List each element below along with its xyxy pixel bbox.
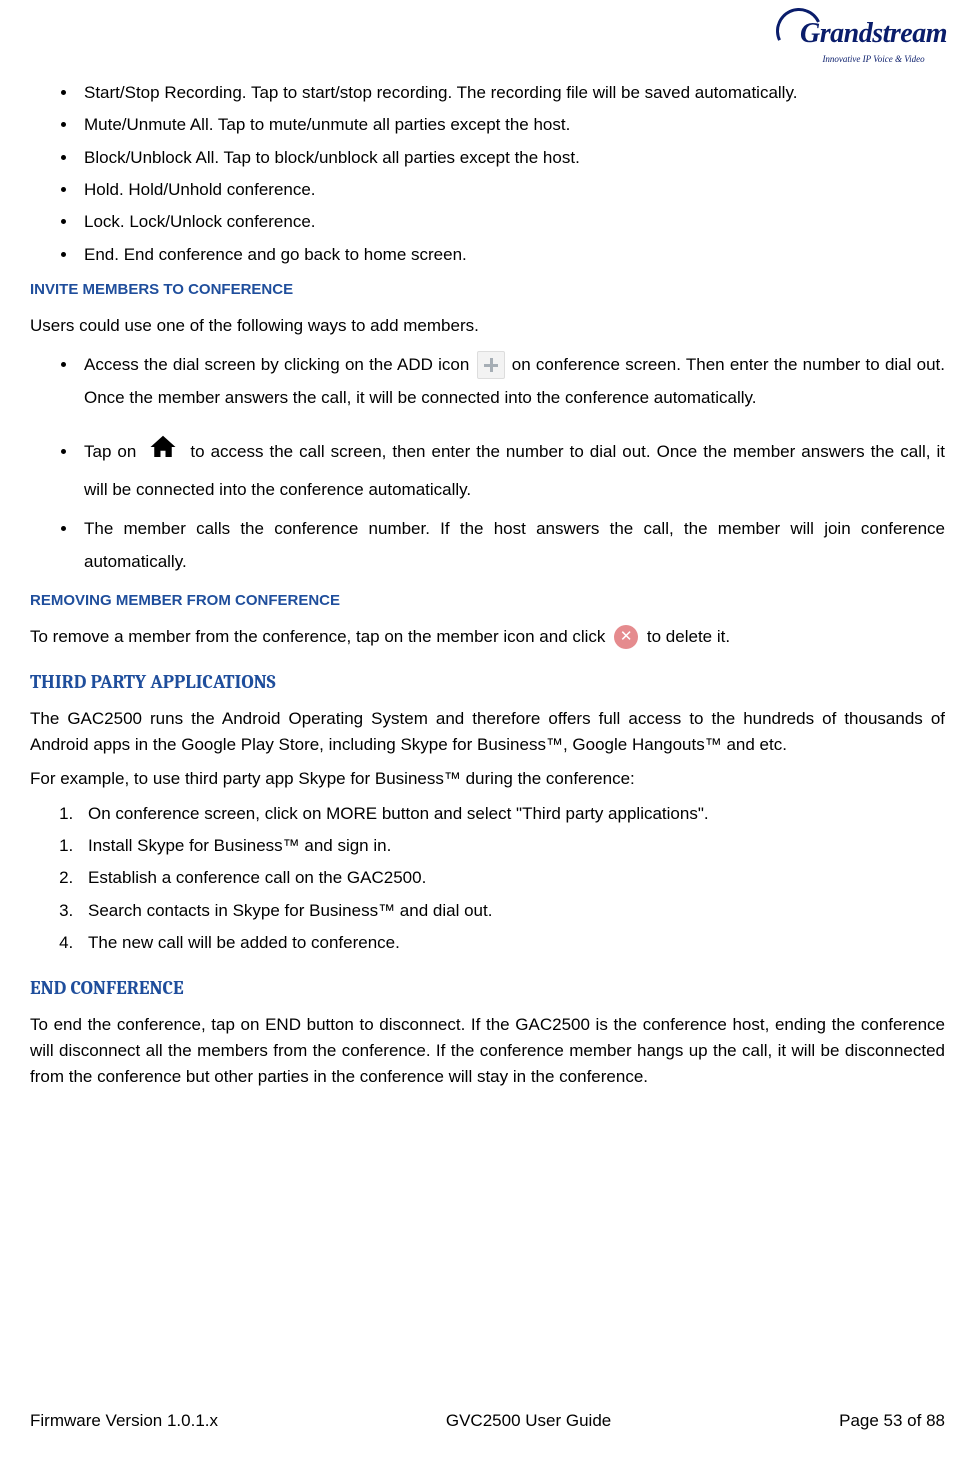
- list-item: The new call will be added to conference…: [78, 930, 945, 956]
- feature-bullet-list: Start/Stop Recording. Tap to start/stop …: [30, 80, 945, 268]
- invite-list: Access the dial screen by clicking on th…: [30, 348, 945, 579]
- remove-paragraph: To remove a member from the conference, …: [30, 624, 945, 650]
- list-item: On conference screen, click on MORE butt…: [78, 801, 945, 827]
- heading-remove: REMOVING MEMBER FROM CONFERENCE: [30, 589, 945, 612]
- text-fragment: Access the dial screen by clicking on th…: [84, 355, 475, 374]
- heading-end-conference: END CONFERENCE: [30, 974, 945, 1003]
- text-fragment: to access the call screen, then enter th…: [84, 442, 945, 499]
- list-item: Search contacts in Skype for Business™ a…: [78, 898, 945, 924]
- list-item: Start/Stop Recording. Tap to start/stop …: [78, 80, 945, 106]
- heading-third-party: THIRD PARTY APPLICATIONS: [30, 668, 945, 697]
- footer-left: Firmware Version 1.0.1.x: [30, 1408, 218, 1434]
- list-item: Access the dial screen by clicking on th…: [78, 348, 945, 414]
- footer-center: GVC2500 User Guide: [446, 1408, 611, 1434]
- list-item: End. End conference and go back to home …: [78, 242, 945, 268]
- close-icon: ✕: [614, 625, 638, 649]
- third-party-p1: The GAC2500 runs the Android Operating S…: [30, 706, 945, 759]
- plus-icon: [477, 351, 505, 379]
- list-item: The member calls the conference number. …: [78, 512, 945, 578]
- page-footer: Firmware Version 1.0.1.x GVC2500 User Gu…: [30, 1408, 945, 1434]
- list-item: Mute/Unmute All. Tap to mute/unmute all …: [78, 112, 945, 138]
- list-item: Establish a conference call on the GAC25…: [78, 865, 945, 891]
- text-fragment: To remove a member from the conference, …: [30, 627, 610, 646]
- list-item: Lock. Lock/Unlock conference.: [78, 209, 945, 235]
- footer-right: Page 53 of 88: [839, 1408, 945, 1434]
- list-item: Block/Unblock All. Tap to block/unblock …: [78, 145, 945, 171]
- text-fragment: Tap on: [84, 442, 142, 461]
- home-icon: [148, 432, 178, 473]
- end-conference-paragraph: To end the conference, tap on END button…: [30, 1012, 945, 1091]
- list-item: Hold. Hold/Unhold conference.: [78, 177, 945, 203]
- third-party-steps: On conference screen, click on MORE butt…: [30, 801, 945, 957]
- brand-tagline: Innovative IP Voice & Video: [800, 53, 947, 67]
- third-party-p2: For example, to use third party app Skyp…: [30, 766, 945, 792]
- text-fragment: to delete it.: [647, 627, 730, 646]
- list-item: Tap on to access the call screen, then e…: [78, 432, 945, 506]
- brand-logo: Grandstream Innovative IP Voice & Video: [800, 12, 947, 67]
- heading-invite: INVITE MEMBERS TO CONFERENCE: [30, 278, 945, 301]
- invite-intro: Users could use one of the following way…: [30, 313, 945, 339]
- list-item: Install Skype for Business™ and sign in.: [78, 833, 945, 859]
